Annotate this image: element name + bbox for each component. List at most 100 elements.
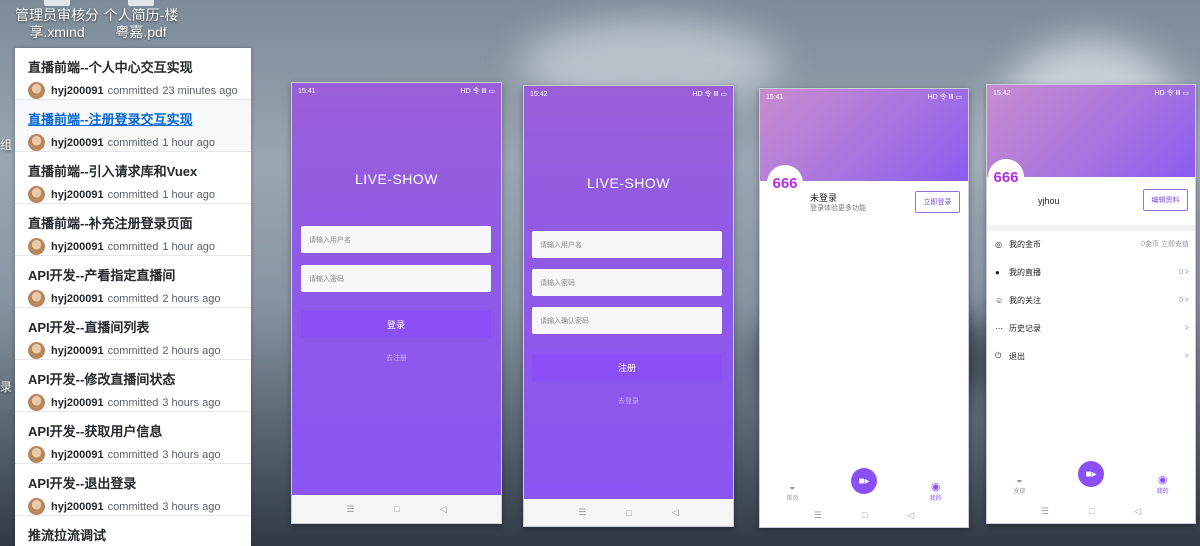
avatar[interactable] bbox=[28, 186, 45, 203]
commit-row[interactable]: 推流拉流调试 bbox=[15, 516, 251, 546]
commit-title[interactable]: API开发--获取用户信息 bbox=[28, 421, 251, 440]
menu-item[interactable]: ⋯ 历史记录 > bbox=[995, 318, 1189, 338]
commit-verb: committed bbox=[107, 136, 159, 149]
commit-row[interactable]: API开发--退出登录 hyj200091 committed 3 hours ago bbox=[15, 464, 251, 516]
menu-item-label: 退出 bbox=[1009, 351, 1025, 361]
avatar[interactable] bbox=[28, 446, 45, 463]
app-logo: 666 bbox=[767, 165, 803, 201]
commit-author[interactable]: hyj200091 bbox=[51, 137, 104, 149]
commit-row[interactable]: API开发--获取用户信息 hyj200091 committed 3 hours a… bbox=[15, 412, 251, 464]
avatar[interactable] bbox=[28, 498, 45, 515]
avatar[interactable] bbox=[28, 134, 45, 151]
commit-author[interactable]: hyj200091 bbox=[51, 189, 104, 201]
desktop-edge-text: 组 bbox=[0, 138, 13, 152]
commit-author[interactable]: hyj200091 bbox=[51, 449, 104, 461]
commit-author[interactable]: hyj200091 bbox=[51, 345, 104, 357]
desktop-file-pdf[interactable]: 个人简历-楼 粤嘉.pdf bbox=[100, 0, 182, 41]
commit-row[interactable]: 直播前端--个人中心交互实现 hyj200091 committed 23 minut… bbox=[15, 48, 251, 100]
go-live-button[interactable]: ■▸ bbox=[851, 468, 877, 494]
tab-me[interactable]: ◉ 我的 bbox=[1157, 474, 1169, 495]
menu-item[interactable]: ⏻ 退出 > bbox=[995, 346, 1189, 366]
video-camera-icon: ■▸ bbox=[858, 475, 870, 487]
commit-title[interactable]: 直播前端--引入请求库和Vuex bbox=[28, 161, 251, 180]
menu-nav-icon[interactable]: ☰ bbox=[578, 507, 586, 518]
login-button[interactable]: 登录 bbox=[301, 311, 491, 338]
status-bar: 15:41 HD 令 Ⅲ ▭ bbox=[292, 83, 501, 99]
pdf-file-icon bbox=[128, 0, 154, 6]
menu-item[interactable]: ◎ 我的金币 0金币 立即充值 bbox=[995, 234, 1189, 254]
video-camera-icon: ■▸ bbox=[1085, 468, 1097, 480]
menu-item-label: 我的金币 bbox=[1009, 239, 1041, 249]
menu-item[interactable]: ● 我的直播 0 > bbox=[995, 262, 1189, 282]
avatar[interactable] bbox=[28, 394, 45, 411]
register-link[interactable]: 去注册 bbox=[292, 353, 501, 363]
go-live-button[interactable]: ■▸ bbox=[1078, 461, 1104, 487]
username-input[interactable]: 请输入用户名 bbox=[301, 226, 491, 253]
commit-title[interactable]: API开发--直播间列表 bbox=[28, 317, 251, 336]
back-nav-icon[interactable]: ◁ bbox=[672, 507, 679, 518]
menu-nav-icon[interactable]: ☰ bbox=[1041, 506, 1049, 517]
menu-nav-icon[interactable]: ☰ bbox=[346, 504, 354, 515]
status-bar: 15:42 HD 令 Ⅲ ▭ bbox=[524, 86, 733, 102]
commit-author[interactable]: hyj200091 bbox=[51, 501, 104, 513]
avatar[interactable] bbox=[28, 342, 45, 359]
commit-row[interactable]: API开发--修改直播间状态 hyj200091 committed 3 hours … bbox=[15, 360, 251, 412]
commit-time: 1 hour ago bbox=[162, 136, 215, 149]
phone-profile-logged-in: 15:42 HD 令 Ⅲ ▭ 666 yjhou 编辑资料 ◎ 我的金币 0金币 立… bbox=[986, 84, 1196, 524]
menu-item[interactable]: ☺ 我的关注 0 > bbox=[995, 290, 1189, 310]
menu-item-label: 我的直播 bbox=[1009, 267, 1041, 277]
password-input[interactable]: 请输入密码 bbox=[301, 265, 491, 292]
back-nav-icon[interactable]: ◁ bbox=[907, 510, 914, 521]
tab-label: 我的 bbox=[929, 496, 942, 502]
tab-label: 我的 bbox=[1156, 489, 1169, 495]
home-nav-icon[interactable]: □ bbox=[394, 504, 399, 514]
commit-row[interactable]: 直播前端--注册登录交互实现 hyj200091 committed 1 hour a… bbox=[15, 100, 251, 152]
tab-discover[interactable]: ◒ 发现 bbox=[1013, 474, 1025, 495]
back-nav-icon[interactable]: ◁ bbox=[1134, 506, 1141, 517]
home-nav-icon[interactable]: □ bbox=[626, 508, 631, 518]
desktop-file-label: 享.xmind bbox=[29, 24, 85, 40]
commit-author[interactable]: hyj200091 bbox=[51, 397, 104, 409]
commit-author[interactable]: hyj200091 bbox=[51, 293, 104, 305]
commit-title[interactable]: 直播前端--补充注册登录页面 bbox=[28, 213, 251, 232]
home-nav-icon[interactable]: □ bbox=[862, 510, 867, 520]
avatar[interactable] bbox=[28, 238, 45, 255]
commit-author[interactable]: hyj200091 bbox=[51, 241, 104, 253]
section-divider bbox=[987, 225, 1195, 231]
commit-title[interactable]: 直播前端--注册登录交互实现 bbox=[28, 109, 251, 128]
register-button[interactable]: 注册 bbox=[532, 354, 722, 381]
commit-author[interactable]: hyj200091 bbox=[51, 85, 104, 97]
commit-row[interactable]: API开发--产看指定直播间 hyj200091 committed 2 hours … bbox=[15, 256, 251, 308]
menu-item-value: > bbox=[1184, 324, 1189, 332]
commit-list-panel: 直播前端--个人中心交互实现 hyj200091 committed 23 minut… bbox=[15, 48, 251, 546]
confirm-password-input[interactable]: 请输入确认密码 bbox=[532, 307, 722, 334]
password-input[interactable]: 请输入密码 bbox=[532, 269, 722, 296]
commit-title[interactable]: API开发--产看指定直播间 bbox=[28, 265, 251, 284]
avatar[interactable] bbox=[28, 290, 45, 307]
commit-title[interactable]: API开发--退出登录 bbox=[28, 473, 251, 492]
commit-row[interactable]: 直播前端--补充注册登录页面 hyj200091 committed 1 hour a… bbox=[15, 204, 251, 256]
menu-nav-icon[interactable]: ☰ bbox=[814, 510, 822, 521]
avatar[interactable] bbox=[28, 82, 45, 99]
back-nav-icon[interactable]: ◁ bbox=[440, 504, 447, 515]
home-nav-icon[interactable]: □ bbox=[1089, 506, 1094, 516]
login-status-subtitle: 登录体验更多功能 bbox=[810, 205, 866, 212]
commit-verb: committed bbox=[107, 344, 159, 357]
edit-profile-button[interactable]: 编辑资料 bbox=[1143, 189, 1188, 211]
desktop-file-xmind[interactable]: 管理员审核分 享.xmind bbox=[14, 0, 100, 41]
commit-title[interactable]: 直播前端--个人中心交互实现 bbox=[28, 57, 251, 76]
commit-row[interactable]: 直播前端--引入请求库和Vuex hyj200091 committed 1 hour… bbox=[15, 152, 251, 204]
commit-title[interactable]: 推流拉流调试 bbox=[28, 525, 251, 544]
commit-verb: committed bbox=[107, 240, 159, 253]
user-avatar-logo: 666 bbox=[988, 159, 1024, 195]
commit-verb: committed bbox=[107, 448, 159, 461]
login-now-button[interactable]: 立即登录 bbox=[915, 191, 960, 213]
planet-icon: ◒ bbox=[789, 481, 796, 493]
tab-me[interactable]: ◉ 我的 bbox=[930, 481, 942, 502]
username-input[interactable]: 请输入用户名 bbox=[532, 231, 722, 258]
tab-home[interactable]: ◒ 首页 bbox=[786, 481, 798, 502]
commit-row[interactable]: API开发--直播间列表 hyj200091 committed 2 hours ag… bbox=[15, 308, 251, 360]
commit-title[interactable]: API开发--修改直播间状态 bbox=[28, 369, 251, 388]
commit-meta: hyj200091 committed 1 hour ago bbox=[28, 134, 251, 151]
login-link[interactable]: 去登录 bbox=[524, 396, 733, 406]
